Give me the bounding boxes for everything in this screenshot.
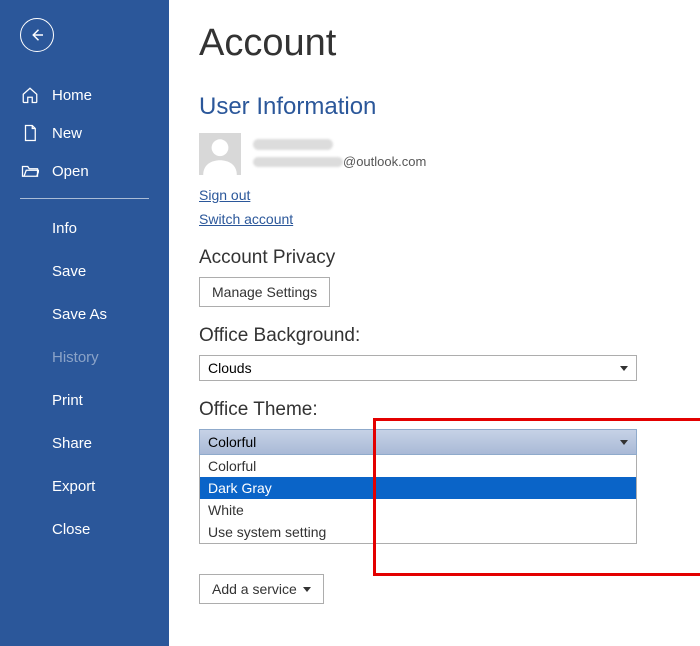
nav-home[interactable]: Home [0,76,169,114]
backstage-sidebar: Home New Open Info Save Save As History … [0,0,169,646]
privacy-heading: Account Privacy [199,247,670,269]
chevron-down-icon [620,366,628,371]
nav-label: Share [52,435,92,452]
back-arrow-icon [28,26,46,44]
nav-label: Close [52,521,90,538]
theme-selected[interactable]: Colorful [199,429,637,455]
theme-group: Office Theme: Colorful Colorful Dark Gra… [199,399,670,544]
open-folder-icon [20,162,40,180]
background-value: Clouds [208,360,252,376]
manage-settings-button[interactable]: Manage Settings [199,277,330,307]
chevron-down-icon [303,587,311,592]
nav-label: Save [52,263,86,280]
main-panel: Account User Information @outlook.com Si… [169,0,700,646]
sign-out-link[interactable]: Sign out [199,187,250,203]
background-dropdown[interactable]: Clouds [199,355,637,381]
nav-label: New [52,125,82,142]
nav-label: Export [52,478,95,495]
nav-divider [20,198,149,199]
switch-account-link[interactable]: Switch account [199,211,293,227]
nav-print[interactable]: Print [0,379,169,422]
theme-option-white[interactable]: White [200,499,636,521]
nav-label: History [52,349,99,366]
nav-open[interactable]: Open [0,152,169,190]
nav-export[interactable]: Export [0,465,169,508]
nav-top-group: Home New Open [0,76,169,190]
theme-options-list: Colorful Dark Gray White Use system sett… [199,455,637,544]
nav-history: History [0,336,169,379]
user-name-redacted [253,139,333,150]
chevron-down-icon [620,440,628,445]
theme-value: Colorful [208,434,256,450]
person-icon [199,133,241,175]
nav-save[interactable]: Save [0,250,169,293]
nav-close[interactable]: Close [0,508,169,551]
nav-label: Home [52,87,92,104]
new-doc-icon [20,124,40,142]
theme-option-dark-gray[interactable]: Dark Gray [200,477,636,499]
theme-heading: Office Theme: [199,399,670,421]
nav-share[interactable]: Share [0,422,169,465]
nav-label: Info [52,220,77,237]
home-icon [20,86,40,104]
user-row: @outlook.com [199,133,670,175]
avatar [199,133,241,175]
theme-option-colorful[interactable]: Colorful [200,455,636,477]
add-service-button[interactable]: Add a service [199,574,324,604]
user-text: @outlook.com [253,139,426,169]
nav-new[interactable]: New [0,114,169,152]
email-prefix-redacted [253,157,343,167]
background-heading: Office Background: [199,325,670,347]
theme-dropdown[interactable]: Colorful Colorful Dark Gray White Use sy… [199,429,637,544]
nav-save-as[interactable]: Save As [0,293,169,336]
below-theme-area: Add a service [199,550,670,604]
user-email: @outlook.com [253,154,426,169]
nav-label: Save As [52,306,107,323]
add-service-label: Add a service [212,581,297,597]
nav-label: Open [52,163,89,180]
email-suffix: @outlook.com [343,154,426,169]
page-title: Account [199,22,670,65]
nav-bottom-group: Info Save Save As History Print Share Ex… [0,207,169,551]
nav-label: Print [52,392,83,409]
back-button[interactable] [20,18,54,52]
nav-info[interactable]: Info [0,207,169,250]
user-info-heading: User Information [199,93,670,121]
theme-option-use-system[interactable]: Use system setting [200,521,636,543]
